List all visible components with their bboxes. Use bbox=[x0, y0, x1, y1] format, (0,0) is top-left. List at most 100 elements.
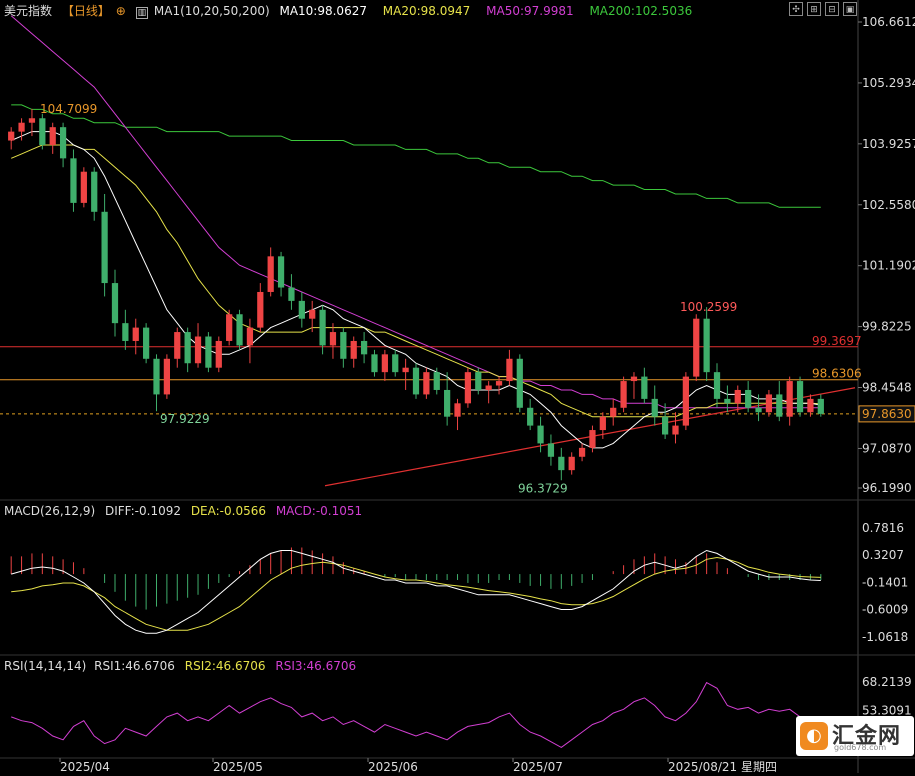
candle-body bbox=[329, 332, 337, 346]
candle-body bbox=[309, 309, 316, 319]
candle-body bbox=[433, 372, 440, 390]
price-tick-label: 98.4548 bbox=[862, 381, 912, 395]
candle-body bbox=[464, 372, 472, 404]
candle-body bbox=[807, 398, 814, 413]
candle-body bbox=[506, 358, 513, 382]
candle-body bbox=[194, 336, 202, 364]
toolbar: ✣ ⊞ ⊟ ▣ bbox=[789, 2, 857, 16]
candle-body bbox=[620, 381, 627, 408]
candle-body bbox=[350, 340, 357, 359]
candle-body bbox=[298, 300, 305, 319]
candle-body bbox=[703, 318, 710, 373]
candle-body bbox=[610, 407, 617, 417]
candle-body bbox=[412, 367, 420, 395]
zoom-out-icon[interactable]: ⊟ bbox=[825, 2, 839, 16]
candle-body bbox=[651, 398, 658, 417]
candle-body bbox=[630, 376, 638, 382]
candle-body bbox=[734, 389, 741, 404]
price-annotation: 98.6306 bbox=[812, 367, 862, 381]
candle-body bbox=[174, 332, 181, 359]
price-tick-label: 99.8225 bbox=[862, 320, 912, 334]
indicator-toggle-icon[interactable]: ▥ bbox=[135, 7, 149, 19]
macd-tick-label: 0.3207 bbox=[862, 548, 904, 562]
ma200-value: MA200:102.5036 bbox=[589, 4, 693, 18]
macd-value: MACD:-0.1051 bbox=[275, 504, 363, 518]
candle-body bbox=[817, 398, 824, 414]
macd-tick-label: -1.0618 bbox=[862, 630, 908, 644]
candle-body bbox=[246, 327, 254, 346]
candle-body bbox=[724, 398, 731, 404]
price-annotation: 100.2599 bbox=[680, 300, 737, 314]
rsi2-value: RSI2:46.6706 bbox=[184, 659, 266, 673]
candle-body bbox=[226, 314, 233, 341]
period-label[interactable]: 【日线】 bbox=[62, 4, 110, 18]
candle-body bbox=[392, 354, 399, 373]
time-tick-label: 2025/04 bbox=[60, 760, 110, 773]
crosshair-icon[interactable]: ✣ bbox=[789, 2, 803, 16]
candle-body bbox=[340, 332, 347, 359]
candle-body bbox=[288, 287, 295, 301]
price-tick-label: 102.5580 bbox=[862, 198, 915, 212]
chart-stage: 106.6612 105.2934 103.9257 102.5580 101.1902… bbox=[0, 0, 915, 774]
candle-body bbox=[59, 127, 67, 159]
macd-tick-label: -0.1401 bbox=[862, 575, 908, 589]
candle-body bbox=[755, 407, 762, 413]
price-tick-label: 96.1990 bbox=[862, 481, 912, 495]
candle-body bbox=[215, 340, 222, 368]
candle-body bbox=[80, 171, 87, 203]
price-tick-label: 97.0870 bbox=[862, 441, 912, 455]
candle-body bbox=[8, 131, 15, 141]
price-annotation: 99.3697 bbox=[812, 334, 862, 348]
candle-body bbox=[360, 340, 368, 355]
candle-body bbox=[444, 389, 451, 417]
ma20-value: MA20:98.0947 bbox=[382, 4, 471, 18]
candle-body bbox=[693, 318, 700, 377]
brand-logo: ◐ 汇金网 gold678.com bbox=[796, 716, 914, 756]
price-annotation: 104.7099 bbox=[40, 102, 97, 116]
macd-label: MACD(26,12,9) bbox=[4, 504, 96, 518]
candle-body bbox=[70, 158, 77, 203]
candle-body bbox=[236, 314, 243, 346]
candle-body bbox=[558, 456, 565, 471]
price-annotation: 97.9229 bbox=[160, 412, 210, 426]
rsi-tick-label: 68.2139 bbox=[862, 675, 912, 689]
diff-value: DIFF:-0.1092 bbox=[104, 504, 181, 518]
candle-body bbox=[184, 332, 191, 364]
ma-label: MA1(10,20,50,200) bbox=[153, 4, 270, 18]
candle-body bbox=[163, 358, 170, 395]
window-icon[interactable]: ▣ bbox=[843, 2, 857, 16]
candle-body bbox=[682, 376, 689, 426]
price-tick-label: 103.9257 bbox=[862, 137, 915, 151]
candle-body bbox=[599, 416, 606, 431]
candle-body bbox=[49, 127, 56, 145]
candle-body bbox=[475, 372, 482, 390]
candle-body bbox=[423, 372, 430, 395]
price-annotation: 96.3729 bbox=[518, 481, 568, 495]
price-tick-label: 106.6612 bbox=[862, 15, 915, 29]
rsi1-value: RSI1:46.6706 bbox=[94, 659, 175, 673]
time-tick-label: 2025/06 bbox=[368, 760, 418, 773]
candle-body bbox=[485, 385, 492, 390]
candle-body bbox=[578, 447, 586, 457]
candle-body bbox=[101, 211, 108, 284]
main-header: 美元指数 【日线】 ⊕ ▥ MA1(10,20,50,200) MA10:98.… bbox=[4, 3, 698, 19]
candle-body bbox=[495, 381, 503, 386]
time-tick-label: 2025/08/21 星期四 bbox=[668, 760, 777, 773]
zoom-in-icon[interactable]: ⊞ bbox=[807, 2, 821, 16]
candle-body bbox=[568, 456, 575, 471]
candle-body bbox=[267, 256, 274, 292]
ma10-value: MA10:98.0627 bbox=[279, 4, 367, 18]
macd-header: MACD(26,12,9) DIFF:-0.1092 DEA:-0.0566 M… bbox=[4, 503, 368, 519]
candle-body bbox=[776, 394, 783, 417]
candle-body bbox=[277, 256, 285, 288]
candle-body bbox=[28, 118, 36, 123]
candle-body bbox=[786, 381, 793, 417]
candle-body bbox=[662, 416, 669, 435]
candle-body bbox=[796, 381, 804, 413]
candle-body bbox=[111, 283, 119, 324]
candle-body bbox=[18, 122, 25, 132]
candle-body bbox=[319, 309, 326, 346]
logo-url: gold678.com bbox=[834, 743, 887, 752]
candle-body bbox=[153, 358, 160, 395]
settings-icon[interactable]: ⊕ bbox=[116, 4, 126, 18]
